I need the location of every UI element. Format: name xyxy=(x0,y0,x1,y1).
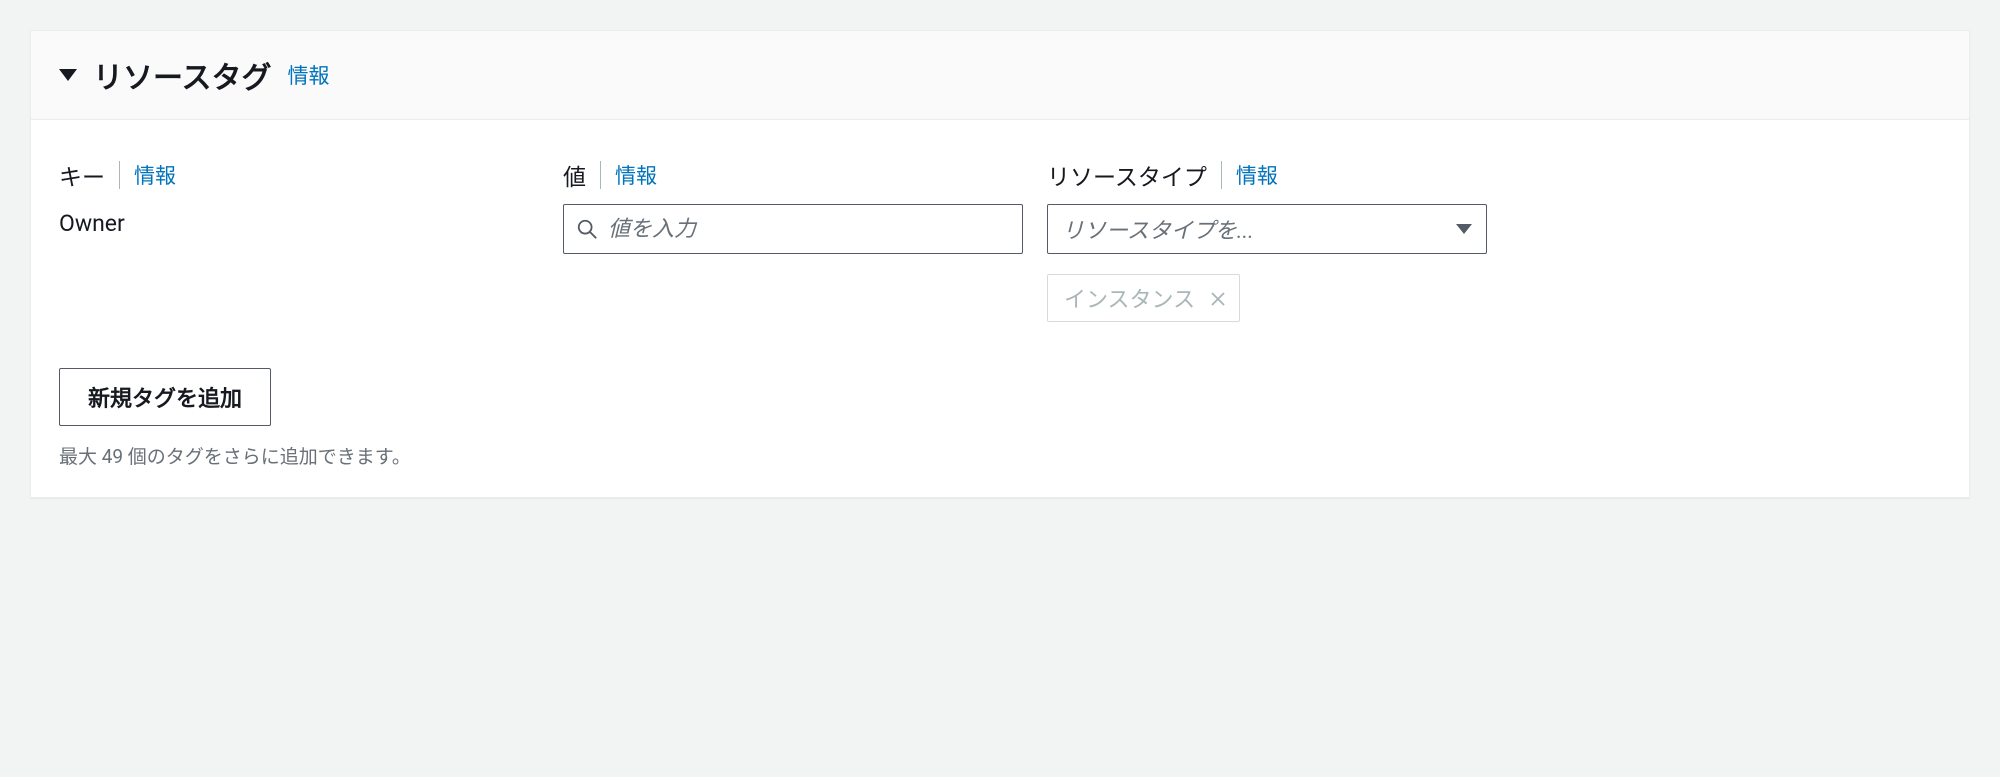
key-column: キー 情報 Owner xyxy=(59,158,539,237)
tag-limit-hint: 最大 49 個のタグをさらに追加できます。 xyxy=(59,442,1941,469)
resource-type-placeholder: リソースタイプを... xyxy=(1062,213,1254,245)
bottom-section: 新規タグを追加 最大 49 個のタグをさらに追加できます。 xyxy=(59,368,1941,469)
chip-label: インスタンス xyxy=(1064,282,1195,314)
panel-info-link[interactable]: 情報 xyxy=(288,60,330,90)
panel-title: リソースタグ xyxy=(93,53,272,97)
key-label: キー xyxy=(59,158,105,192)
resource-type-header: リソースタイプ 情報 xyxy=(1047,158,1487,192)
resource-type-column: リソースタイプ 情報 リソースタイプを... インスタンス xyxy=(1047,158,1487,322)
panel-header: リソースタグ 情報 xyxy=(31,31,1969,120)
value-input[interactable] xyxy=(608,216,1010,242)
divider xyxy=(119,161,120,189)
value-info-link[interactable]: 情報 xyxy=(615,160,657,190)
divider xyxy=(1221,161,1222,189)
resource-type-label: リソースタイプ xyxy=(1047,158,1207,192)
key-info-link[interactable]: 情報 xyxy=(134,160,176,190)
panel-body: キー 情報 Owner 値 情報 xyxy=(31,120,1969,497)
collapse-caret-icon[interactable] xyxy=(59,69,77,81)
value-header: 値 情報 xyxy=(563,158,1023,192)
resource-tags-panel: リソースタグ 情報 キー 情報 Owner 値 情報 xyxy=(30,30,1970,498)
tag-row: キー 情報 Owner 値 情報 xyxy=(59,158,1941,322)
search-icon xyxy=(576,218,598,240)
value-input-wrap[interactable] xyxy=(563,204,1023,254)
chevron-down-icon xyxy=(1456,224,1472,234)
resource-type-info-link[interactable]: 情報 xyxy=(1236,160,1278,190)
resource-type-select[interactable]: リソースタイプを... xyxy=(1047,204,1487,254)
key-value-text: Owner xyxy=(59,204,539,237)
resource-type-chip: インスタンス xyxy=(1047,274,1240,322)
key-header: キー 情報 xyxy=(59,158,539,192)
value-label: 値 xyxy=(563,158,586,192)
chip-remove-button[interactable] xyxy=(1209,289,1227,307)
add-tag-button[interactable]: 新規タグを追加 xyxy=(59,368,271,426)
divider xyxy=(600,161,601,189)
value-column: 値 情報 xyxy=(563,158,1023,254)
